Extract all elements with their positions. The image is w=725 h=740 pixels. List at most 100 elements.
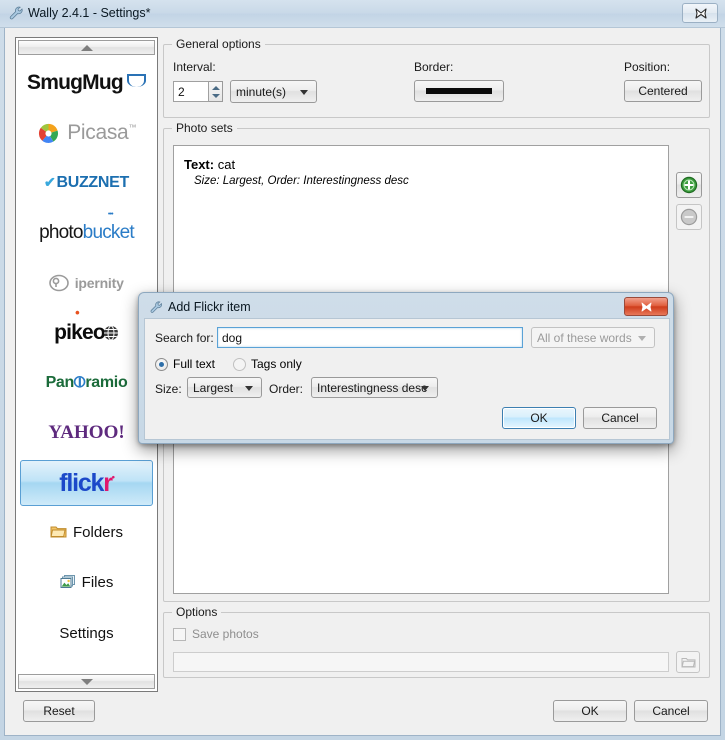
order-value: Interestingness desc <box>317 380 428 395</box>
search-input[interactable]: dog <box>217 327 523 348</box>
yahoo-logo: YAHOO! <box>48 422 125 443</box>
files-icon <box>60 574 76 593</box>
wrench-icon <box>149 300 165 319</box>
interval-value: 2 <box>178 84 185 99</box>
add-photoset-button[interactable] <box>676 172 702 198</box>
search-input-value: dog <box>222 330 243 345</box>
reset-button[interactable]: Reset <box>23 700 95 722</box>
photoset-label-prefix: Text: <box>184 157 215 172</box>
sidebar-item-picasa[interactable]: Picasa™ <box>20 110 153 156</box>
plus-circle-icon <box>680 176 698 194</box>
chevron-down-icon <box>245 385 253 391</box>
folder-icon <box>50 524 67 543</box>
ok-label: OK <box>581 704 599 718</box>
photoset-label-value: cat <box>217 157 236 172</box>
options-group: Options Save photos <box>163 605 710 678</box>
cancel-button[interactable]: Cancel <box>634 700 708 722</box>
general-options-group: General options Interval: 2 minute(s) Bo… <box>163 37 710 118</box>
minus-circle-icon <box>680 208 698 226</box>
border-label: Border: <box>414 60 454 74</box>
save-photos-checkbox[interactable] <box>173 627 186 641</box>
smugmug-logo: SmugMug <box>27 71 146 95</box>
full-text-label: Full text <box>173 357 216 371</box>
provider-sidebar: SmugMug Picasa™ ✔BUZZNET photobucket •••… <box>15 37 158 692</box>
window-close-button[interactable] <box>682 3 718 23</box>
remove-photoset-button[interactable] <box>676 204 702 230</box>
photobucket-dots-icon: ••• <box>107 211 114 218</box>
sidebar-item-panoramio[interactable]: Pan⦶ramio <box>20 360 153 406</box>
sidebar-scroll-down-button[interactable] <box>18 674 155 689</box>
spinner-up-icon <box>212 86 220 90</box>
interval-unit-combo[interactable]: minute(s) <box>230 80 317 103</box>
general-options-title: General options <box>172 37 265 51</box>
tags-only-radio[interactable] <box>233 357 246 371</box>
sidebar-item-folders[interactable]: Folders <box>20 510 153 556</box>
window-title: Wally 2.4.1 - Settings* <box>28 6 151 20</box>
tags-only-radio-row[interactable]: Tags only <box>233 357 302 371</box>
reset-label: Reset <box>43 704 75 718</box>
order-combo[interactable]: Interestingness desc <box>311 377 438 398</box>
options-title: Options <box>172 605 222 619</box>
dialog-title: Add Flickr item <box>168 300 251 314</box>
border-style-button[interactable] <box>414 80 504 102</box>
photobucket-logo: photobucket ••• <box>39 211 135 243</box>
interval-label: Interval: <box>173 60 216 74</box>
wrench-icon <box>8 5 26 23</box>
folder-open-icon <box>681 657 695 667</box>
interval-unit-value: minute(s) <box>236 84 287 99</box>
sidebar-item-pikeo[interactable]: • pikeo <box>20 306 153 356</box>
chevron-down-icon <box>81 679 93 685</box>
save-photos-checkbox-row[interactable]: Save photos <box>173 627 259 641</box>
save-path-input[interactable] <box>173 652 669 672</box>
sidebar-item-smugmug[interactable]: SmugMug <box>20 60 153 106</box>
sidebar-scroll-up-button[interactable] <box>18 40 155 55</box>
panoramio-logo: Pan⦶ramio <box>45 374 128 391</box>
dialog-ok-button[interactable]: OK <box>502 407 576 429</box>
sidebar-item-ipernity[interactable]: ipernity <box>20 260 153 306</box>
buzznet-logo: ✔BUZZNET <box>44 174 129 191</box>
folders-item-label: Folders <box>50 524 123 543</box>
ipernity-logo: ipernity <box>49 274 124 292</box>
files-item-label: Files <box>60 574 113 593</box>
search-for-label: Search for: <box>155 331 214 345</box>
sidebar-item-buzznet[interactable]: ✔BUZZNET <box>20 160 153 206</box>
size-value: Largest <box>193 380 234 395</box>
browse-folder-button[interactable] <box>676 651 700 673</box>
pikeo-logo: • pikeo <box>54 306 119 345</box>
spinner-down-icon <box>212 94 220 98</box>
chevron-down-icon <box>300 89 308 95</box>
buzznet-check-icon: ✔ <box>44 174 56 190</box>
interval-spinner-arrows[interactable] <box>209 81 223 102</box>
dialog-cancel-button[interactable]: Cancel <box>583 407 657 429</box>
position-label: Position: <box>624 60 671 74</box>
size-combo[interactable]: Largest <box>187 377 262 398</box>
cancel-label: Cancel <box>652 704 690 718</box>
sidebar-item-flickr[interactable]: flickr• <box>20 460 153 506</box>
full-text-radio-row[interactable]: Full text <box>155 357 215 371</box>
save-photos-label: Save photos <box>192 627 259 641</box>
chevron-up-icon <box>81 45 93 51</box>
sidebar-item-settings[interactable]: Settings <box>20 610 153 656</box>
position-value: Centered <box>638 84 688 98</box>
chevron-down-icon <box>638 335 646 341</box>
list-item[interactable]: Text: cat Size: Largest, Order: Interest… <box>174 146 668 189</box>
picasa-logo: Picasa™ <box>37 121 136 145</box>
ok-button[interactable]: OK <box>553 700 627 722</box>
sidebar-item-files[interactable]: Files <box>20 560 153 606</box>
dialog-cancel-label: Cancel <box>601 411 639 425</box>
photo-sets-title: Photo sets <box>172 121 237 135</box>
photoset-detail: Size: Largest, Order: Interestingness de… <box>194 175 409 187</box>
match-mode-combo[interactable]: All of these words <box>531 327 655 348</box>
dialog-close-button[interactable] <box>624 297 668 316</box>
sidebar-item-yahoo[interactable]: YAHOO! <box>20 410 153 456</box>
dialog-ok-label: OK <box>530 411 548 425</box>
interval-spinner-input[interactable]: 2 <box>173 81 209 102</box>
size-label: Size: <box>155 382 182 396</box>
dialog-body: Search for: dog All of these words Full … <box>144 318 670 440</box>
settings-item-label: Settings <box>59 624 114 642</box>
tags-only-label: Tags only <box>251 357 302 371</box>
sidebar-item-photobucket[interactable]: photobucket ••• <box>20 210 153 256</box>
position-button[interactable]: Centered <box>624 80 702 102</box>
main-window: Wally 2.4.1 - Settings* SmugMug Picasa™ … <box>0 0 725 740</box>
full-text-radio[interactable] <box>155 357 168 371</box>
